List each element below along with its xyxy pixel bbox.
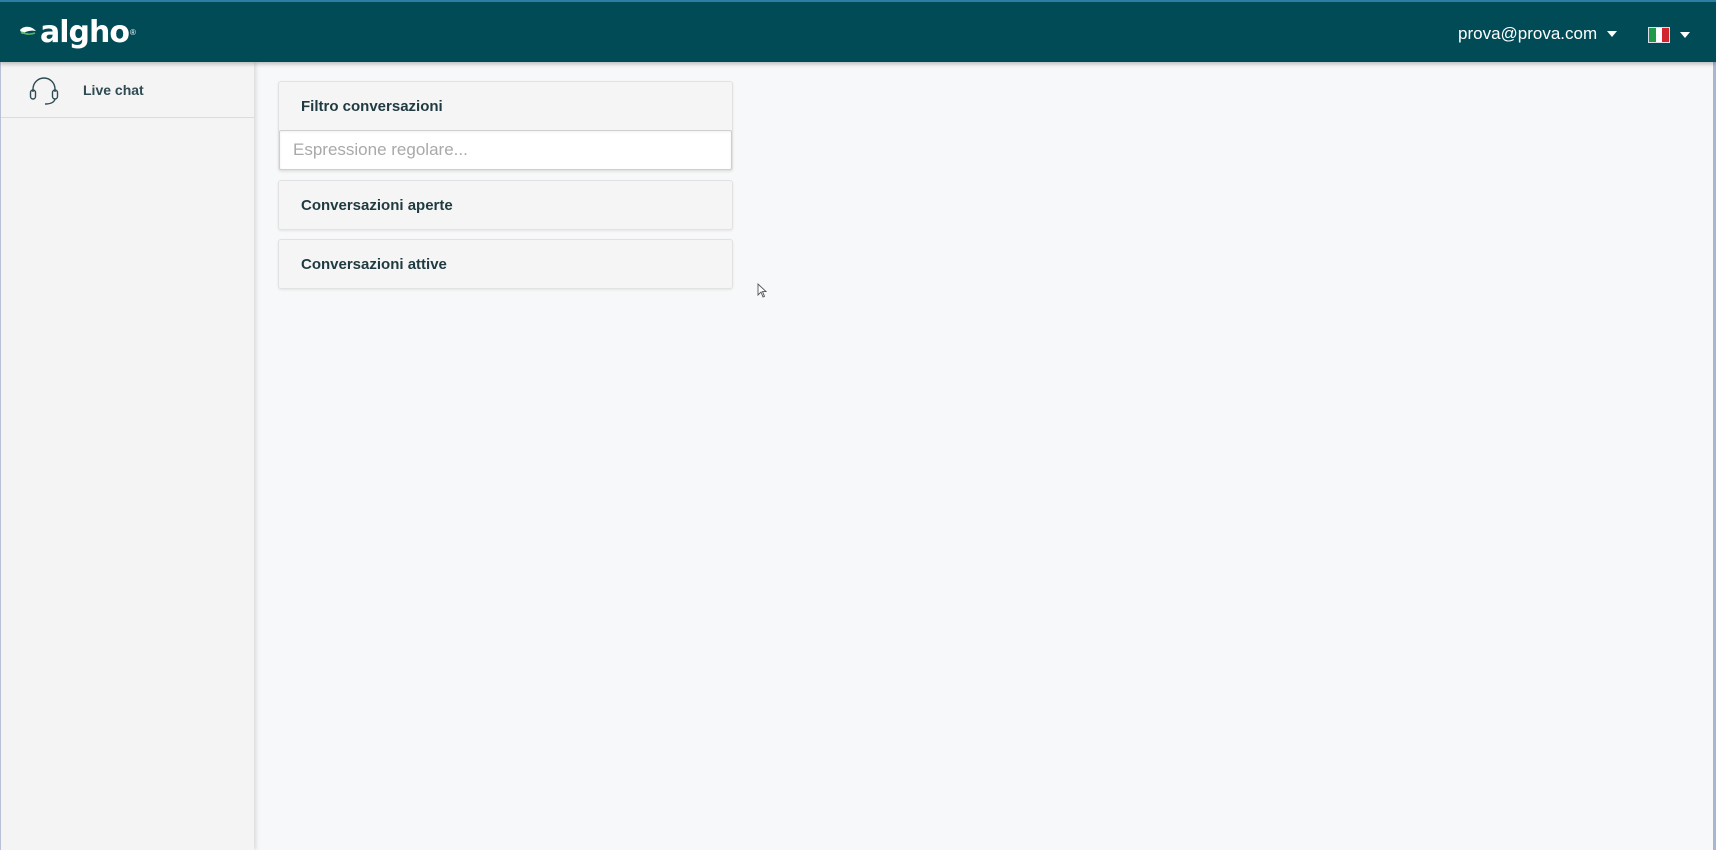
sidebar-item-live-chat[interactable]: Live chat: [1, 62, 254, 118]
algho-logo[interactable]: algho ®: [18, 13, 136, 51]
chevron-down-icon: [1680, 32, 1690, 38]
language-dropdown[interactable]: [1648, 24, 1690, 46]
registered-mark: ®: [129, 27, 136, 37]
sidebar-item-label: Live chat: [83, 81, 144, 98]
open-conversations-title: Conversazioni aperte: [301, 196, 453, 214]
user-menu-dropdown[interactable]: prova@prova.com: [1458, 22, 1618, 46]
open-conversations-panel[interactable]: Conversazioni aperte: [278, 180, 733, 230]
filter-panel-title[interactable]: Filtro conversazioni: [279, 82, 732, 130]
conversation-filter-panel: Filtro conversazioni: [278, 81, 733, 171]
leaf-icon: [20, 26, 36, 35]
top-navbar: algho ® prova@prova.com: [0, 0, 1716, 62]
regex-filter-input[interactable]: [279, 130, 732, 170]
active-conversations-panel[interactable]: Conversazioni attive: [278, 239, 733, 289]
active-conversations-title: Conversazioni attive: [301, 255, 447, 273]
chevron-down-icon: [1607, 31, 1618, 37]
user-email: prova@prova.com: [1458, 24, 1598, 43]
logo-text: algho: [40, 14, 130, 50]
sidebar: Live chat: [0, 62, 254, 850]
mouse-pointer-icon: [757, 283, 767, 298]
italy-flag-icon: [1648, 27, 1670, 43]
headset-icon: [29, 76, 59, 105]
